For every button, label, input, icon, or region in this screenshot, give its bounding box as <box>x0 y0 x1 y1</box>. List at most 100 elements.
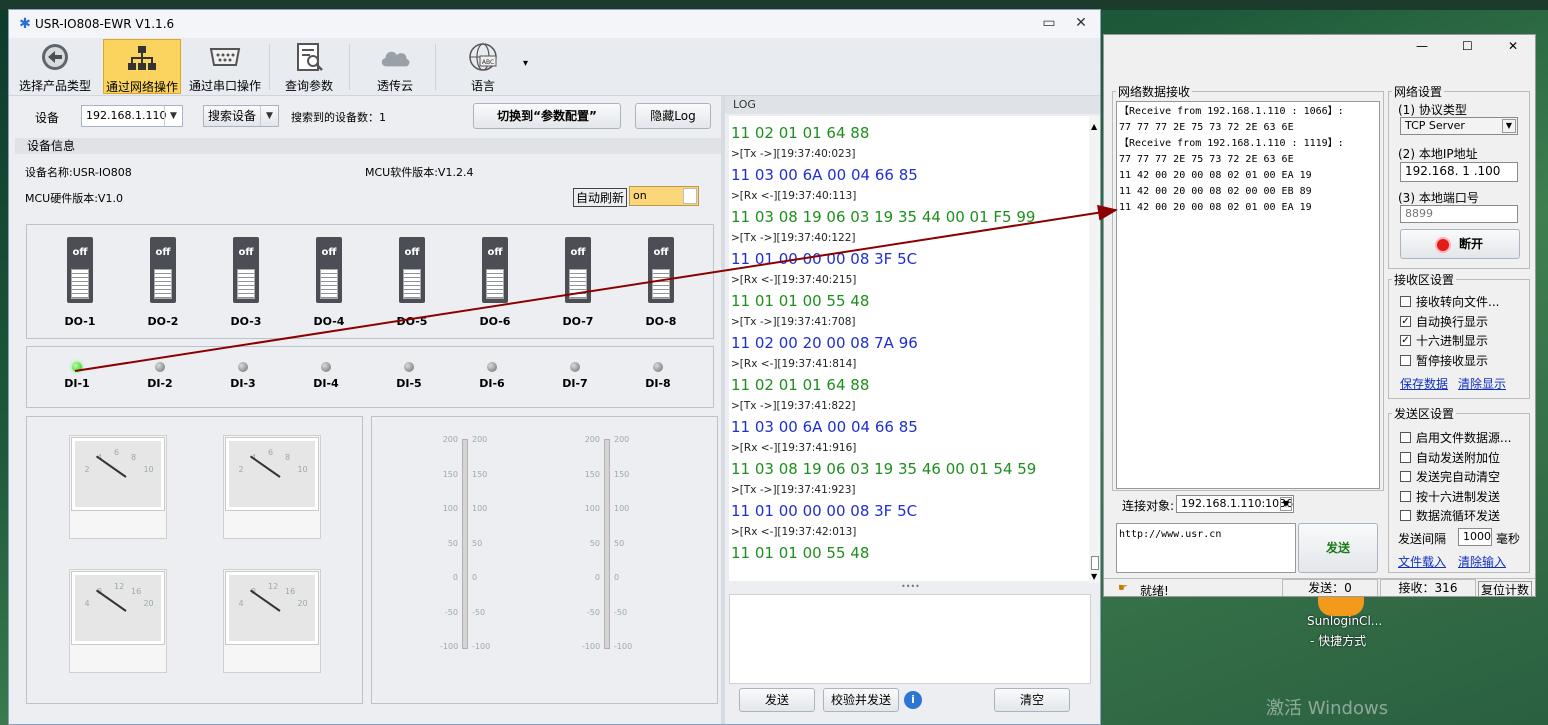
do-switch-knob <box>652 269 670 299</box>
option-checkbox[interactable] <box>1400 471 1411 482</box>
log-output[interactable]: 11 02 01 01 64 88 >[Tx ->][19:37:40:023] 1… <box>729 116 1089 581</box>
do-switch[interactable]: off <box>482 237 508 303</box>
auto-refresh-toggle[interactable]: on <box>629 186 699 206</box>
file-load-link[interactable]: 文件载入 <box>1398 553 1446 570</box>
switch-config-button[interactable]: 切换到“参数配置” <box>473 103 621 129</box>
clear-log-button[interactable]: 清空 <box>994 688 1070 712</box>
do-label: DO-2 <box>147 315 179 328</box>
option-checkbox[interactable] <box>1400 354 1411 366</box>
option-checkbox[interactable]: ✓ <box>1400 335 1411 346</box>
desktop-shortcut-icon[interactable] <box>1318 596 1364 616</box>
do-switch[interactable]: off <box>399 237 425 303</box>
toolbar-network-operation[interactable]: 通过网络操作 <box>103 39 181 94</box>
gauge-tick-label: 2 <box>84 465 90 474</box>
scale-tick-label-left: 150 <box>442 469 458 479</box>
toolbar-serial-operation[interactable]: 通过串口操作 <box>185 39 265 94</box>
na-send-button[interactable]: 发送 <box>1298 523 1378 573</box>
option-checkbox[interactable] <box>1400 490 1411 502</box>
do-switch[interactable]: off <box>648 237 674 303</box>
option-checkbox[interactable] <box>1400 296 1411 307</box>
scale-tick-label-right: -100 <box>472 642 491 651</box>
reset-count-button[interactable]: 复位计数 <box>1478 581 1533 596</box>
device-select[interactable]: 192.168.1.110 ▼ <box>81 105 183 127</box>
minimize-button[interactable]: ▭ <box>1041 16 1057 32</box>
analog-gauge-panel: 2468102468104812162048121620 <box>26 416 363 704</box>
gauge-tick-label: 4 <box>238 599 244 608</box>
do-switch[interactable]: off <box>316 237 342 303</box>
di-label: DI-1 <box>64 377 90 390</box>
info-icon[interactable]: i <box>904 691 922 709</box>
toolbar-language[interactable]: ABC 语言 <box>453 39 513 94</box>
local-ip-input[interactable]: 192.168. 1 .100 <box>1400 162 1518 182</box>
do-switch[interactable]: off <box>565 237 591 303</box>
option-checkbox[interactable] <box>1400 451 1411 463</box>
protocol-label: (1) 协议类型 <box>1398 103 1467 117</box>
log-input[interactable] <box>729 594 1091 684</box>
scroll-thumb[interactable] <box>1091 556 1099 570</box>
local-port-input[interactable]: 8899 <box>1400 205 1518 223</box>
toolbar-more-arrow[interactable]: ▾ <box>523 58 528 69</box>
option-label[interactable]: 自动发送附加位 <box>1416 449 1500 466</box>
rx-line: 11 42 00 20 00 08 02 00 00 EB 89 <box>1119 186 1312 197</box>
splitter-grip[interactable]: •••• <box>901 582 920 591</box>
gauge-needle <box>95 455 127 478</box>
log-divider[interactable] <box>721 96 725 724</box>
search-device-button[interactable]: 搜索设备 ▼ <box>203 105 279 127</box>
scale-tick-label-left: -50 <box>444 607 458 617</box>
toolbar-cloud[interactable]: 透传云 <box>365 39 425 94</box>
option-label[interactable]: 暂停接收显示 <box>1416 352 1488 369</box>
na-maximize-button[interactable]: ☐ <box>1462 39 1473 53</box>
toolbar-query-params[interactable]: 查询参数 <box>279 39 339 94</box>
rx-data-area[interactable]: 【Receive from 192.168.1.110 : 1066】: 77 7… <box>1116 101 1380 489</box>
log-send-button[interactable]: 发送 <box>739 688 815 712</box>
option-label[interactable]: 启用文件数据源... <box>1416 429 1511 446</box>
log-timestamp-line: >[Tx ->][19:37:41:822] <box>731 400 856 412</box>
clear-input-link[interactable]: 清除输入 <box>1458 553 1506 570</box>
close-button[interactable]: ✕ <box>1073 16 1089 32</box>
clear-display-link[interactable]: 清除显示 <box>1458 375 1506 392</box>
search-device-label: 搜索设备 <box>208 109 257 123</box>
do-switch-knob <box>154 269 172 299</box>
option-checkbox[interactable] <box>1400 510 1411 521</box>
check-and-send-button[interactable]: 校验并发送 <box>823 688 899 712</box>
save-data-link[interactable]: 保存数据 <box>1400 375 1448 392</box>
di-label: DI-2 <box>147 377 173 390</box>
option-label[interactable]: 接收转向文件... <box>1416 293 1499 310</box>
option-label[interactable]: 按十六进制发送 <box>1416 488 1500 505</box>
di-led-indicator <box>487 362 497 372</box>
chevron-down-icon: ▼ <box>164 106 182 126</box>
hide-log-button[interactable]: 隐藏Log <box>635 103 711 129</box>
option-label[interactable]: 发送完自动清空 <box>1416 468 1500 485</box>
send-text-area[interactable]: http://www.usr.cn <box>1116 523 1296 573</box>
disconnect-button[interactable]: 断开 <box>1400 229 1520 259</box>
toolbar-label: 选择产品类型 <box>18 79 91 93</box>
option-label[interactable]: 十六进制显示 <box>1416 332 1488 349</box>
option-checkbox[interactable] <box>1400 432 1411 443</box>
scale-tick-label-right: -50 <box>472 607 486 617</box>
option-checkbox[interactable]: ✓ <box>1400 315 1411 327</box>
record-icon <box>1436 238 1449 251</box>
gauge-tick-label: 12 <box>114 582 125 591</box>
scroll-down-icon[interactable]: ▼ <box>1091 572 1097 581</box>
do-switch[interactable]: off <box>150 237 176 303</box>
toolbar-select-product[interactable]: 选择产品类型 <box>15 39 95 94</box>
desktop-shortcut-label-2[interactable]: - 快捷方式 <box>1310 632 1366 649</box>
recv-count: 接收：316 <box>1380 579 1476 596</box>
do-switch-state: off <box>72 247 88 258</box>
log-scrollbar[interactable]: ▲ ▼ <box>1089 116 1100 583</box>
scroll-up-icon[interactable]: ▲ <box>1091 122 1097 131</box>
protocol-select[interactable]: TCP Server ▼ <box>1400 117 1518 135</box>
option-label[interactable]: 数据流循环发送 <box>1416 507 1500 524</box>
rx-line: 【Receive from 192.168.1.110 : 1119】: <box>1119 138 1344 149</box>
desktop-shortcut-label[interactable]: SunloginCl... <box>1307 614 1382 628</box>
target-select[interactable]: 192.168.1.110:1036 ▼ <box>1176 495 1294 513</box>
do-switch[interactable]: off <box>233 237 259 303</box>
gauge-tick-label: 6 <box>268 448 274 457</box>
do-switch[interactable]: off <box>67 237 93 303</box>
na-minimize-button[interactable]: — <box>1416 39 1428 53</box>
chevron-down-icon: ▼ <box>1280 497 1292 511</box>
na-close-button[interactable]: ✕ <box>1508 39 1518 53</box>
option-label[interactable]: 自动换行显示 <box>1416 313 1488 330</box>
do-label: DO-5 <box>396 315 428 328</box>
interval-input[interactable]: 1000 <box>1458 528 1492 546</box>
